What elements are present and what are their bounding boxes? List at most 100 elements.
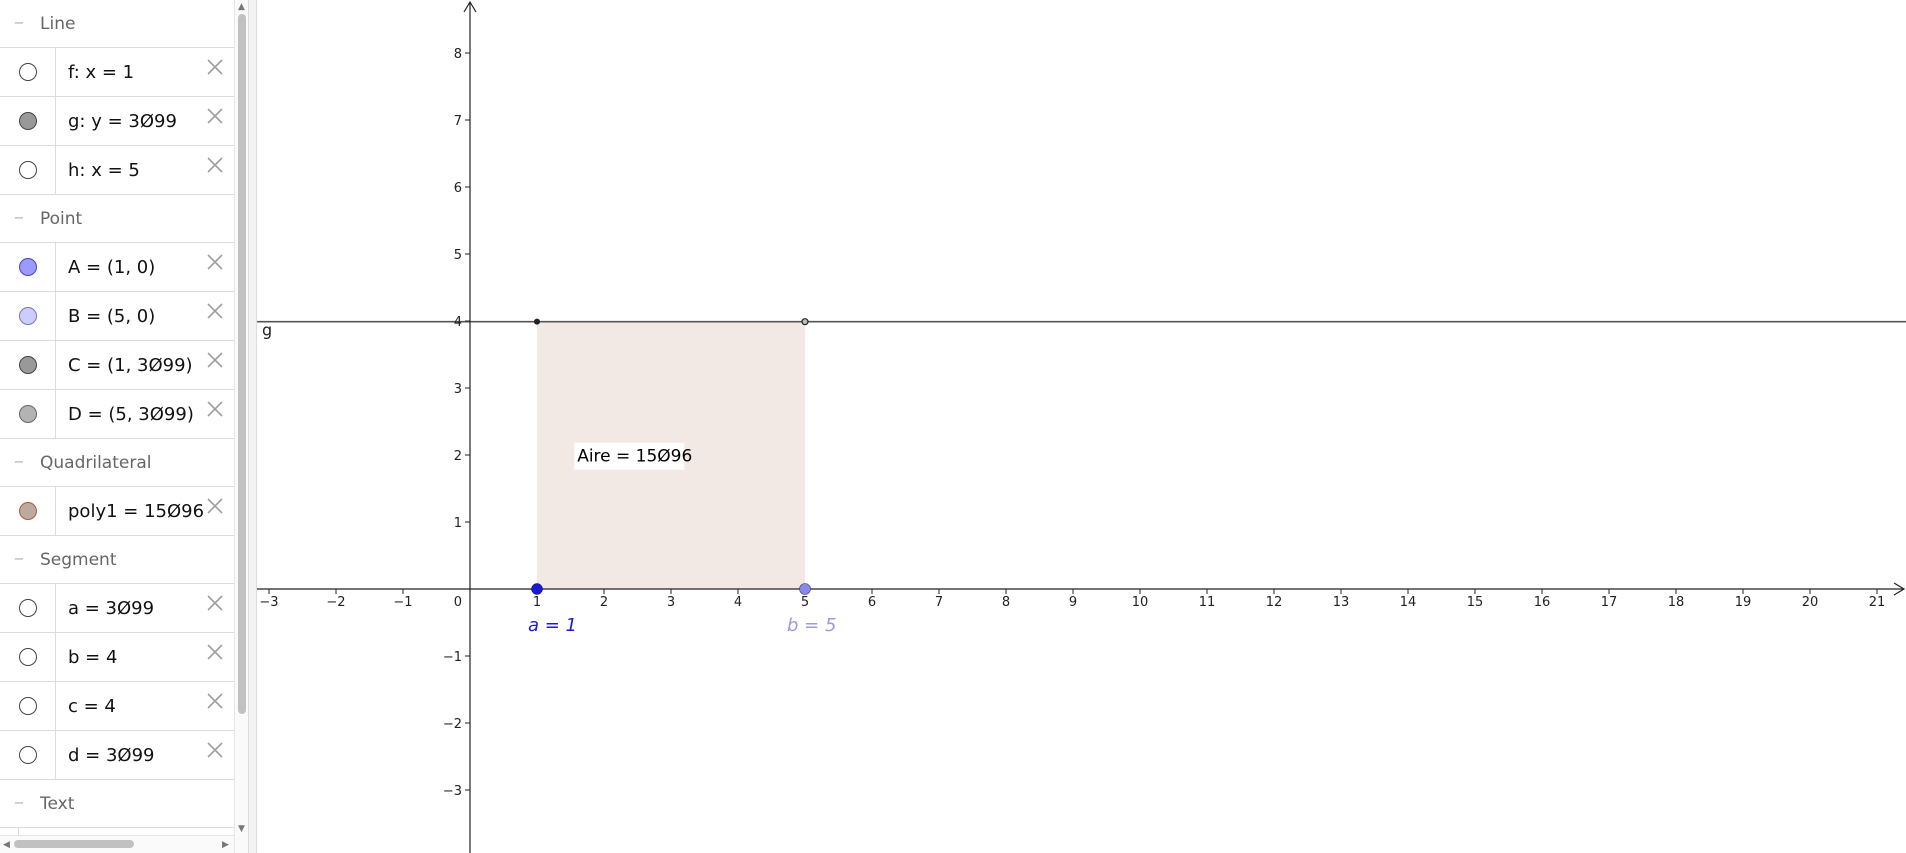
visibility-toggle[interactable] (0, 682, 56, 730)
scroll-left-arrow-icon[interactable]: ◀ (3, 840, 10, 850)
visibility-toggle[interactable] (0, 292, 56, 340)
collapse-icon[interactable]: − (12, 16, 26, 31)
algebra-view[interactable]: − Line f: x = 1 g: y = 3Ø99 h: x = 5− Point A … (0, 0, 234, 853)
algebra-item[interactable]: a = 3Ø99 (0, 584, 234, 633)
horizontal-scroll-thumb[interactable] (14, 840, 134, 848)
algebra-item-text[interactable]: A = (1, 0) (68, 257, 155, 278)
y-tick-label: −3 (443, 784, 462, 799)
point-b[interactable] (799, 583, 811, 595)
visibility-toggle[interactable] (0, 487, 56, 535)
algebra-item[interactable]: C = (1, 3Ø99) (0, 341, 234, 390)
delete-icon[interactable] (204, 739, 226, 761)
category-line[interactable]: − Line (0, 0, 234, 48)
visibility-marker-icon (18, 697, 37, 715)
visibility-toggle[interactable] (0, 97, 56, 145)
visibility-toggle[interactable] (0, 48, 56, 96)
visibility-marker-icon (18, 112, 37, 130)
x-tick-label: 8 (1002, 595, 1010, 610)
x-tick-label: 21 (1869, 595, 1886, 610)
algebra-item[interactable]: D = (5, 3Ø99) (0, 390, 234, 439)
algebra-item-text[interactable]: D = (5, 3Ø99) (68, 404, 194, 425)
algebra-item[interactable]: h: x = 5 (0, 146, 234, 195)
algebra-horizontal-scrollbar[interactable]: ◀ ▶ (0, 835, 234, 853)
delete-icon[interactable] (204, 154, 226, 176)
visibility-toggle[interactable] (0, 633, 56, 681)
category-segment[interactable]: − Segment (0, 536, 234, 584)
algebra-item-text[interactable]: a = 3Ø99 (68, 598, 154, 619)
category-label: Quadrilateral (40, 452, 152, 473)
algebra-vertical-scrollbar[interactable]: ▲ ▼ (234, 0, 248, 853)
delete-icon[interactable] (204, 105, 226, 127)
y-tick-label: 2 (454, 449, 462, 464)
algebra-item-text[interactable]: poly1 = 15Ø96 (68, 501, 204, 522)
category-point[interactable]: − Point (0, 195, 234, 243)
point-d[interactable] (801, 318, 809, 326)
algebra-item-text[interactable]: C = (1, 3Ø99) (68, 355, 193, 376)
point-c[interactable] (534, 318, 540, 325)
visibility-toggle[interactable] (0, 584, 56, 632)
line-label-g: g (262, 321, 272, 340)
x-tick-label: 20 (1802, 595, 1819, 610)
scroll-up-arrow-icon[interactable]: ▲ (238, 2, 245, 12)
visibility-toggle[interactable] (0, 731, 56, 779)
algebra-item[interactable]: f: x = 1 (0, 48, 234, 97)
category-label: Line (40, 13, 76, 34)
x-tick-label: −2 (326, 595, 345, 610)
x-tick-label: 14 (1400, 595, 1417, 610)
algebra-item[interactable]: b = 4 (0, 633, 234, 682)
collapse-icon[interactable]: − (12, 796, 26, 811)
scroll-right-arrow-icon[interactable]: ▶ (222, 840, 229, 850)
y-tick-label: 8 (454, 47, 462, 62)
delete-icon[interactable] (204, 398, 226, 420)
algebra-item-text[interactable]: d = 3Ø99 (68, 745, 154, 766)
algebra-item[interactable]: d = 3Ø99 (0, 731, 234, 780)
visibility-toggle[interactable] (0, 341, 56, 389)
graphics-view[interactable]: −3 −2 −1 1 2 3 4 5 6 7 8 9 10 11 12 13 14 15 16 17 18 19 20 21 … (257, 0, 1906, 853)
collapse-icon[interactable]: − (12, 211, 26, 226)
x-tick-label: 12 (1266, 595, 1283, 610)
y-tick-label: 7 (454, 114, 462, 129)
delete-icon[interactable] (204, 56, 226, 78)
category-label: Segment (40, 549, 117, 570)
view-splitter[interactable] (248, 0, 257, 853)
x-tick-label: 15 (1467, 595, 1484, 610)
point-a[interactable] (531, 583, 543, 595)
delete-icon[interactable] (204, 251, 226, 273)
x-tick-label: 11 (1199, 595, 1216, 610)
delete-icon[interactable] (204, 349, 226, 371)
algebra-item[interactable]: c = 4 (0, 682, 234, 731)
category-quadrilateral[interactable]: − Quadrilateral (0, 439, 234, 487)
algebra-item[interactable]: B = (5, 0) (0, 292, 234, 341)
area-text[interactable]: Aire = 15Ø96 (577, 447, 692, 467)
delete-icon[interactable] (204, 690, 226, 712)
delete-icon[interactable] (204, 495, 226, 517)
algebra-item[interactable]: A = (1, 0) (0, 243, 234, 292)
x-tick-label: 1 (533, 595, 541, 610)
algebra-item-text[interactable]: h: x = 5 (68, 160, 140, 181)
algebra-item-text[interactable]: f: x = 1 (68, 62, 134, 83)
category-label: Text (40, 793, 75, 814)
algebra-item[interactable]: g: y = 3Ø99 (0, 97, 234, 146)
algebra-item-text[interactable]: g: y = 3Ø99 (68, 111, 177, 132)
category-text[interactable]: − Text (0, 780, 234, 828)
delete-icon[interactable] (204, 641, 226, 663)
algebra-item-text[interactable]: B = (5, 0) (68, 306, 155, 327)
x-tick-label: 3 (667, 595, 675, 610)
algebra-item[interactable]: poly1 = 15Ø96 (0, 487, 234, 536)
algebra-item-text[interactable]: c = 4 (68, 696, 116, 717)
y-tick-label: 1 (454, 516, 462, 531)
visibility-marker-icon (18, 405, 37, 423)
collapse-icon[interactable]: − (12, 455, 26, 470)
visibility-toggle[interactable] (0, 243, 56, 291)
x-tick-label: 5 (801, 595, 809, 610)
scroll-down-arrow-icon[interactable]: ▼ (238, 824, 245, 834)
collapse-icon[interactable]: − (12, 552, 26, 567)
delete-icon[interactable] (204, 300, 226, 322)
visibility-toggle[interactable] (0, 390, 56, 438)
delete-icon[interactable] (204, 592, 226, 614)
slider-label-a: a = 1 (528, 615, 577, 636)
algebra-item-text[interactable]: b = 4 (68, 647, 117, 668)
vertical-scroll-thumb[interactable] (238, 14, 246, 714)
visibility-toggle[interactable] (0, 146, 56, 194)
x-tick-label: 17 (1601, 595, 1618, 610)
